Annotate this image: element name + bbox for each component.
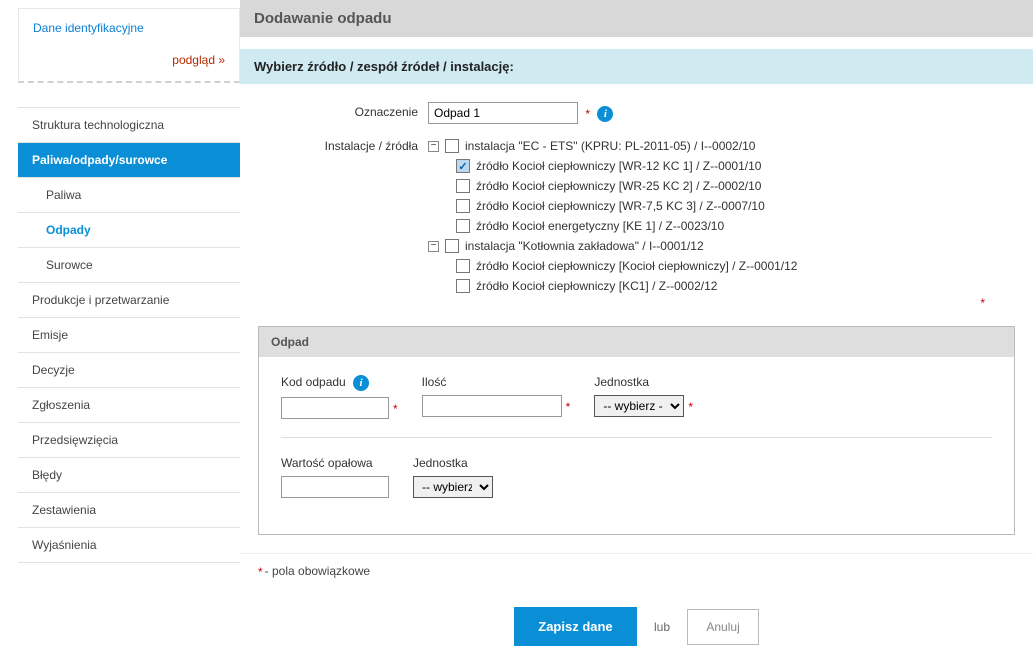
wartosc-opalowa-label: Wartość opałowa bbox=[281, 456, 389, 470]
main-content: Dodawanie odpadu Wybierz źródło / zespół… bbox=[240, 0, 1033, 664]
tree-node-label: źródło Kocioł energetyczny [KE 1] / Z--0… bbox=[476, 219, 724, 233]
kod-odpadu-label: Kod odpadu i bbox=[281, 375, 398, 391]
tree-node-wr25: źródło Kocioł ciepłowniczy [WR-25 KC 2] … bbox=[428, 176, 1015, 196]
nav-zestawienia[interactable]: Zestawienia bbox=[18, 493, 240, 528]
tree-node-inst-ec-ets: − instalacja "EC - ETS" (KPRU: PL-2011-0… bbox=[428, 136, 1015, 156]
save-button[interactable]: Zapisz dane bbox=[514, 607, 636, 646]
nav-emisje[interactable]: Emisje bbox=[18, 318, 240, 353]
nav-paliwa-odpady-surowce[interactable]: Paliwa/odpady/surowce bbox=[18, 143, 240, 178]
required-star: * bbox=[980, 296, 985, 310]
tree-checkbox[interactable] bbox=[456, 179, 470, 193]
wartosc-opalowa-input[interactable] bbox=[281, 476, 389, 498]
nav-produkcje[interactable]: Produkcje i przetwarzanie bbox=[18, 283, 240, 318]
tree-checkbox[interactable] bbox=[445, 239, 459, 253]
section-subtitle: Wybierz źródło / zespół źródeł / instala… bbox=[240, 49, 1033, 84]
tree-checkbox[interactable] bbox=[456, 159, 470, 173]
action-bar: Zapisz dane lub Anuluj bbox=[240, 589, 1033, 664]
nav-list: Struktura technologiczna Paliwa/odpady/s… bbox=[18, 107, 240, 563]
tree-node-inst-kotlownia: − instalacja "Kotłownia zakładowa" / I--… bbox=[428, 236, 1015, 256]
required-star: * bbox=[393, 402, 398, 416]
sidebar: Dane identyfikacyjne podgląd » Struktura… bbox=[0, 0, 240, 664]
jednostka-label: Jednostka bbox=[594, 375, 693, 389]
tree-node-label: źródło Kocioł ciepłowniczy [WR-12 KC 1] … bbox=[476, 159, 761, 173]
jednostka-select[interactable]: -- wybierz -- bbox=[594, 395, 684, 417]
page-title: Dodawanie odpadu bbox=[240, 0, 1033, 37]
tree-node-kociol-cieplo: źródło Kocioł ciepłowniczy [Kocioł ciepł… bbox=[428, 256, 1015, 276]
tree-node-label: instalacja "Kotłownia zakładowa" / I--00… bbox=[465, 239, 704, 253]
required-star: * bbox=[585, 107, 590, 121]
odpad-panel-title: Odpad bbox=[259, 327, 1014, 357]
tree-checkbox[interactable] bbox=[456, 219, 470, 233]
nav-surowce[interactable]: Surowce bbox=[18, 248, 240, 283]
tree-node-kc1: źródło Kocioł ciepłowniczy [KC1] / Z--00… bbox=[428, 276, 1015, 296]
nav-wyjasnienia[interactable]: Wyjaśnienia bbox=[18, 528, 240, 563]
tree-collapse-icon[interactable]: − bbox=[428, 241, 439, 252]
ilosc-label: Ilość bbox=[422, 375, 571, 389]
tree-collapse-icon[interactable]: − bbox=[428, 141, 439, 152]
nav-paliwa[interactable]: Paliwa bbox=[18, 178, 240, 213]
tree-checkbox[interactable] bbox=[445, 139, 459, 153]
tree-node-wr75: źródło Kocioł ciepłowniczy [WR-7,5 KC 3]… bbox=[428, 196, 1015, 216]
tree-checkbox[interactable] bbox=[456, 279, 470, 293]
preview-link[interactable]: podgląd » bbox=[33, 53, 225, 67]
tree-node-label: źródło Kocioł ciepłowniczy [Kocioł ciepł… bbox=[476, 259, 797, 273]
tree-node-ke1: źródło Kocioł energetyczny [KE 1] / Z--0… bbox=[428, 216, 1015, 236]
nav-decyzje[interactable]: Decyzje bbox=[18, 353, 240, 388]
tree-node-wr12: źródło Kocioł ciepłowniczy [WR-12 KC 1] … bbox=[428, 156, 1015, 176]
nav-struktura[interactable]: Struktura technologiczna bbox=[18, 108, 240, 143]
form-area: Oznaczenie * i Instalacje / źródła − ins… bbox=[240, 84, 1033, 316]
tree-node-label: źródło Kocioł ciepłowniczy [WR-7,5 KC 3]… bbox=[476, 199, 765, 213]
cancel-button[interactable]: Anuluj bbox=[687, 609, 758, 645]
nav-bledy[interactable]: Błędy bbox=[18, 458, 240, 493]
info-icon[interactable]: i bbox=[597, 106, 613, 122]
tree-node-label: źródło Kocioł ciepłowniczy [KC1] / Z--00… bbox=[476, 279, 717, 293]
jednostka2-select[interactable]: -- wybierz -- bbox=[413, 476, 493, 498]
kod-odpadu-input[interactable] bbox=[281, 397, 389, 419]
required-note: *- pola obowiązkowe bbox=[240, 553, 1033, 589]
odpad-panel: Odpad Kod odpadu i * Ilość * bbox=[258, 326, 1015, 535]
tree: − instalacja "EC - ETS" (KPRU: PL-2011-0… bbox=[428, 136, 1015, 296]
or-label: lub bbox=[654, 620, 670, 634]
divider bbox=[281, 437, 992, 438]
nav-zgloszenia[interactable]: Zgłoszenia bbox=[18, 388, 240, 423]
nav-odpady[interactable]: Odpady bbox=[18, 213, 240, 248]
info-icon[interactable]: i bbox=[353, 375, 369, 391]
required-star: * bbox=[688, 400, 693, 414]
tree-node-label: instalacja "EC - ETS" (KPRU: PL-2011-05)… bbox=[465, 139, 755, 153]
instalacje-label: Instalacje / źródła bbox=[258, 136, 428, 153]
ilosc-input[interactable] bbox=[422, 395, 562, 417]
oznaczenie-label: Oznaczenie bbox=[258, 102, 428, 119]
tree-checkbox[interactable] bbox=[456, 199, 470, 213]
oznaczenie-input[interactable] bbox=[428, 102, 578, 124]
ident-link[interactable]: Dane identyfikacyjne bbox=[33, 21, 144, 35]
nav-przedsiewziecia[interactable]: Przedsięwzięcia bbox=[18, 423, 240, 458]
jednostka2-label: Jednostka bbox=[413, 456, 493, 470]
tree-checkbox[interactable] bbox=[456, 259, 470, 273]
required-star: * bbox=[566, 400, 571, 414]
ident-box: Dane identyfikacyjne podgląd » bbox=[18, 8, 240, 83]
tree-node-label: źródło Kocioł ciepłowniczy [WR-25 KC 2] … bbox=[476, 179, 761, 193]
